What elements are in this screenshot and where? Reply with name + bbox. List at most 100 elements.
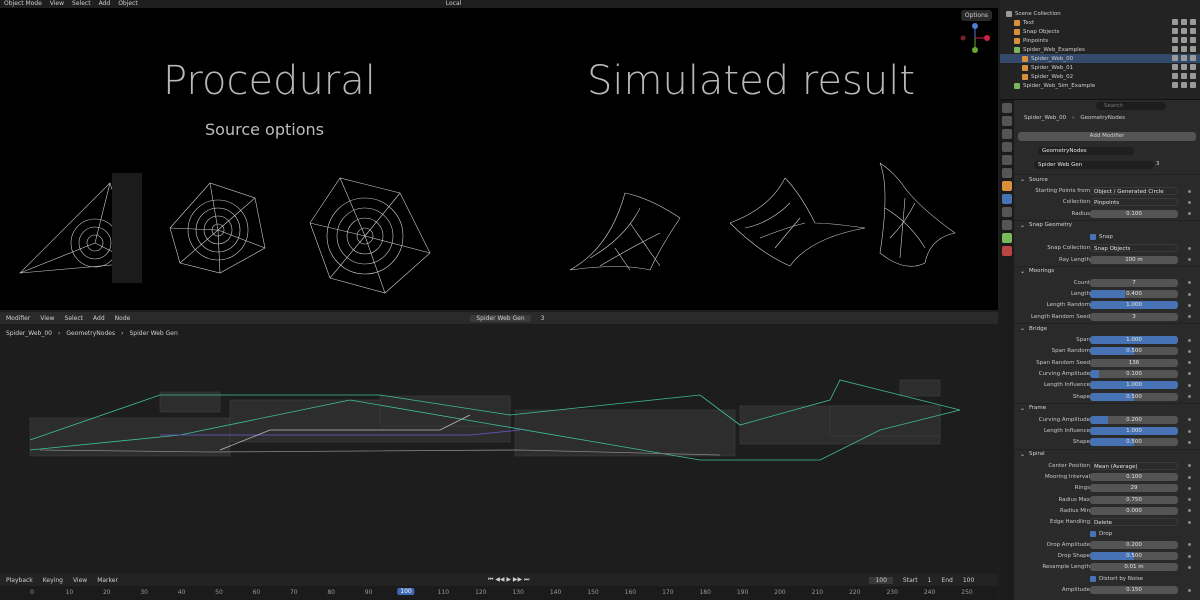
- eye-icon[interactable]: [1181, 55, 1187, 61]
- keyframe-dot-icon[interactable]: [1188, 543, 1191, 547]
- camera-icon[interactable]: [1190, 55, 1196, 61]
- keyframe-dot-icon[interactable]: [1188, 383, 1191, 387]
- starting-points-field[interactable]: Object / Generated Circle: [1090, 187, 1178, 195]
- outliner-row[interactable]: Pinpoints: [1000, 36, 1200, 45]
- visibility-toggles[interactable]: [1172, 37, 1196, 43]
- keyframe-dot-icon[interactable]: [1188, 475, 1191, 479]
- keyframe-dot-icon[interactable]: [1188, 258, 1191, 261]
- keyframe-dot-icon[interactable]: [1188, 315, 1191, 319]
- keyframe-dot-icon[interactable]: [1188, 246, 1191, 250]
- current-frame-indicator[interactable]: 100: [397, 588, 415, 595]
- panel-source[interactable]: Source: [1014, 174, 1200, 184]
- bridge-curving-amplitude-field[interactable]: 0.100: [1090, 369, 1178, 378]
- keyframe-dot-icon[interactable]: [1188, 361, 1191, 365]
- outliner-row[interactable]: Scene Collection: [1000, 9, 1200, 18]
- node-menu-node[interactable]: Node: [115, 315, 131, 322]
- frame-length-influence-field[interactable]: 1.000: [1090, 427, 1178, 436]
- select-icon[interactable]: [1172, 55, 1178, 61]
- center-position-field[interactable]: Mean (Average): [1090, 461, 1178, 470]
- keyframe-dot-icon[interactable]: [1188, 520, 1191, 524]
- camera-icon[interactable]: [1190, 46, 1196, 52]
- eye-icon[interactable]: [1181, 64, 1187, 70]
- visibility-toggles[interactable]: [1172, 19, 1196, 25]
- data-tab-icon[interactable]: [1002, 233, 1012, 243]
- select-icon[interactable]: [1172, 82, 1178, 88]
- timeline-menu-keying[interactable]: Keying: [43, 577, 63, 584]
- frame-curving-amplitude-field[interactable]: 0.200: [1090, 415, 1178, 424]
- radius-max-field[interactable]: 0.750: [1090, 495, 1178, 504]
- menu-add[interactable]: Add: [99, 0, 111, 8]
- length-field[interactable]: 0.400: [1090, 290, 1178, 299]
- edge-handling-field[interactable]: Delete: [1090, 518, 1178, 527]
- radius-field[interactable]: 0.100: [1090, 209, 1178, 218]
- keyframe-dot-icon[interactable]: [1188, 554, 1191, 558]
- drop-checkbox[interactable]: Drop: [1090, 530, 1112, 537]
- keyframe-dot-icon[interactable]: [1188, 440, 1191, 444]
- frame-shape-field[interactable]: 0.500: [1090, 438, 1178, 447]
- visibility-toggles[interactable]: [1172, 64, 1196, 70]
- keyframe-dot-icon[interactable]: [1188, 349, 1191, 353]
- navigation-gizmo[interactable]: [955, 23, 995, 53]
- outliner-row[interactable]: Spider_Web_Sim_Example: [1000, 81, 1200, 90]
- scene-tab-icon[interactable]: [1002, 155, 1012, 165]
- camera-icon[interactable]: [1190, 64, 1196, 70]
- object-tab-icon[interactable]: [1002, 181, 1012, 191]
- eye-icon[interactable]: [1181, 82, 1187, 88]
- distort-checkbox[interactable]: Distort by Noise: [1090, 575, 1143, 582]
- select-icon[interactable]: [1172, 28, 1178, 34]
- tool-tab-icon[interactable]: [1002, 103, 1012, 113]
- properties-search[interactable]: Search: [1096, 102, 1166, 110]
- keyframe-dot-icon[interactable]: [1188, 395, 1191, 398]
- node-group-selector[interactable]: Spider Web Gen: [470, 314, 531, 322]
- breadcrumb-object[interactable]: Spider_Web_00: [6, 330, 52, 337]
- bridge-shape-field[interactable]: 0.500: [1090, 392, 1178, 401]
- add-modifier-button[interactable]: Add Modifier: [1018, 132, 1196, 141]
- menu-view[interactable]: View: [50, 0, 64, 8]
- orientation-selector[interactable]: Local: [446, 0, 462, 8]
- keyframe-dot-icon[interactable]: [1188, 565, 1191, 569]
- outliner-row[interactable]: Spider_Web_02: [1000, 72, 1200, 81]
- camera-icon[interactable]: [1190, 28, 1196, 34]
- node-menu-modifier[interactable]: Modifier: [6, 315, 30, 322]
- view-layer-tab-icon[interactable]: [1002, 142, 1012, 152]
- timeline-menu-view[interactable]: View: [73, 577, 87, 584]
- outliner-row[interactable]: Spider_Web_00: [1000, 54, 1200, 63]
- keyframe-dot-icon[interactable]: [1188, 292, 1191, 296]
- panel-frame[interactable]: Frame: [1014, 402, 1200, 413]
- collection-field[interactable]: Pinpoints: [1090, 198, 1178, 207]
- camera-icon[interactable]: [1190, 73, 1196, 79]
- modifier-tab-icon[interactable]: [1002, 194, 1012, 204]
- 3d-viewport[interactable]: Options Procedural Source options Simula…: [0, 8, 998, 310]
- menu-select[interactable]: Select: [72, 0, 91, 8]
- amplitude-field[interactable]: 0.150: [1090, 586, 1178, 594]
- count-field[interactable]: 7: [1090, 278, 1178, 287]
- mooring-interval-field[interactable]: 0.100: [1090, 473, 1178, 481]
- start-field[interactable]: 1: [928, 577, 932, 584]
- snap-collection-field[interactable]: Snap Objects: [1090, 244, 1178, 253]
- end-field[interactable]: 100: [963, 577, 974, 584]
- keyframe-dot-icon[interactable]: [1188, 338, 1191, 342]
- visibility-toggles[interactable]: [1172, 46, 1196, 52]
- camera-icon[interactable]: [1190, 19, 1196, 25]
- node-group-field[interactable]: Spider Web Gen: [1034, 161, 1154, 169]
- node-menu-view[interactable]: View: [40, 315, 54, 322]
- keyframe-dot-icon[interactable]: [1188, 498, 1191, 502]
- node-canvas[interactable]: [0, 340, 998, 572]
- timeline-ruler[interactable]: 0 10 20 30 40 50 60 70 80 90 100 110 120 130 140 150 160…: [0, 586, 998, 600]
- eye-icon[interactable]: [1181, 28, 1187, 34]
- node-menu-select[interactable]: Select: [65, 315, 84, 322]
- length-random-seed-field[interactable]: 3: [1090, 312, 1178, 321]
- modifier-name-field[interactable]: GeometryNodes: [1038, 147, 1134, 155]
- breadcrumb-modifier[interactable]: GeometryNodes: [66, 330, 115, 337]
- keyframe-dot-icon[interactable]: [1188, 509, 1191, 513]
- ray-length-field[interactable]: 100 m: [1090, 255, 1178, 264]
- particles-tab-icon[interactable]: [1002, 207, 1012, 217]
- physics-tab-icon[interactable]: [1002, 220, 1012, 230]
- eye-icon[interactable]: [1181, 73, 1187, 79]
- length-random-field[interactable]: 1.000: [1090, 301, 1178, 310]
- keyframe-dot-icon[interactable]: [1188, 281, 1191, 285]
- output-tab-icon[interactable]: [1002, 129, 1012, 139]
- keyframe-dot-icon[interactable]: [1188, 372, 1191, 376]
- keyframe-dot-icon[interactable]: [1188, 486, 1191, 490]
- keyframe-dot-icon[interactable]: [1188, 464, 1191, 468]
